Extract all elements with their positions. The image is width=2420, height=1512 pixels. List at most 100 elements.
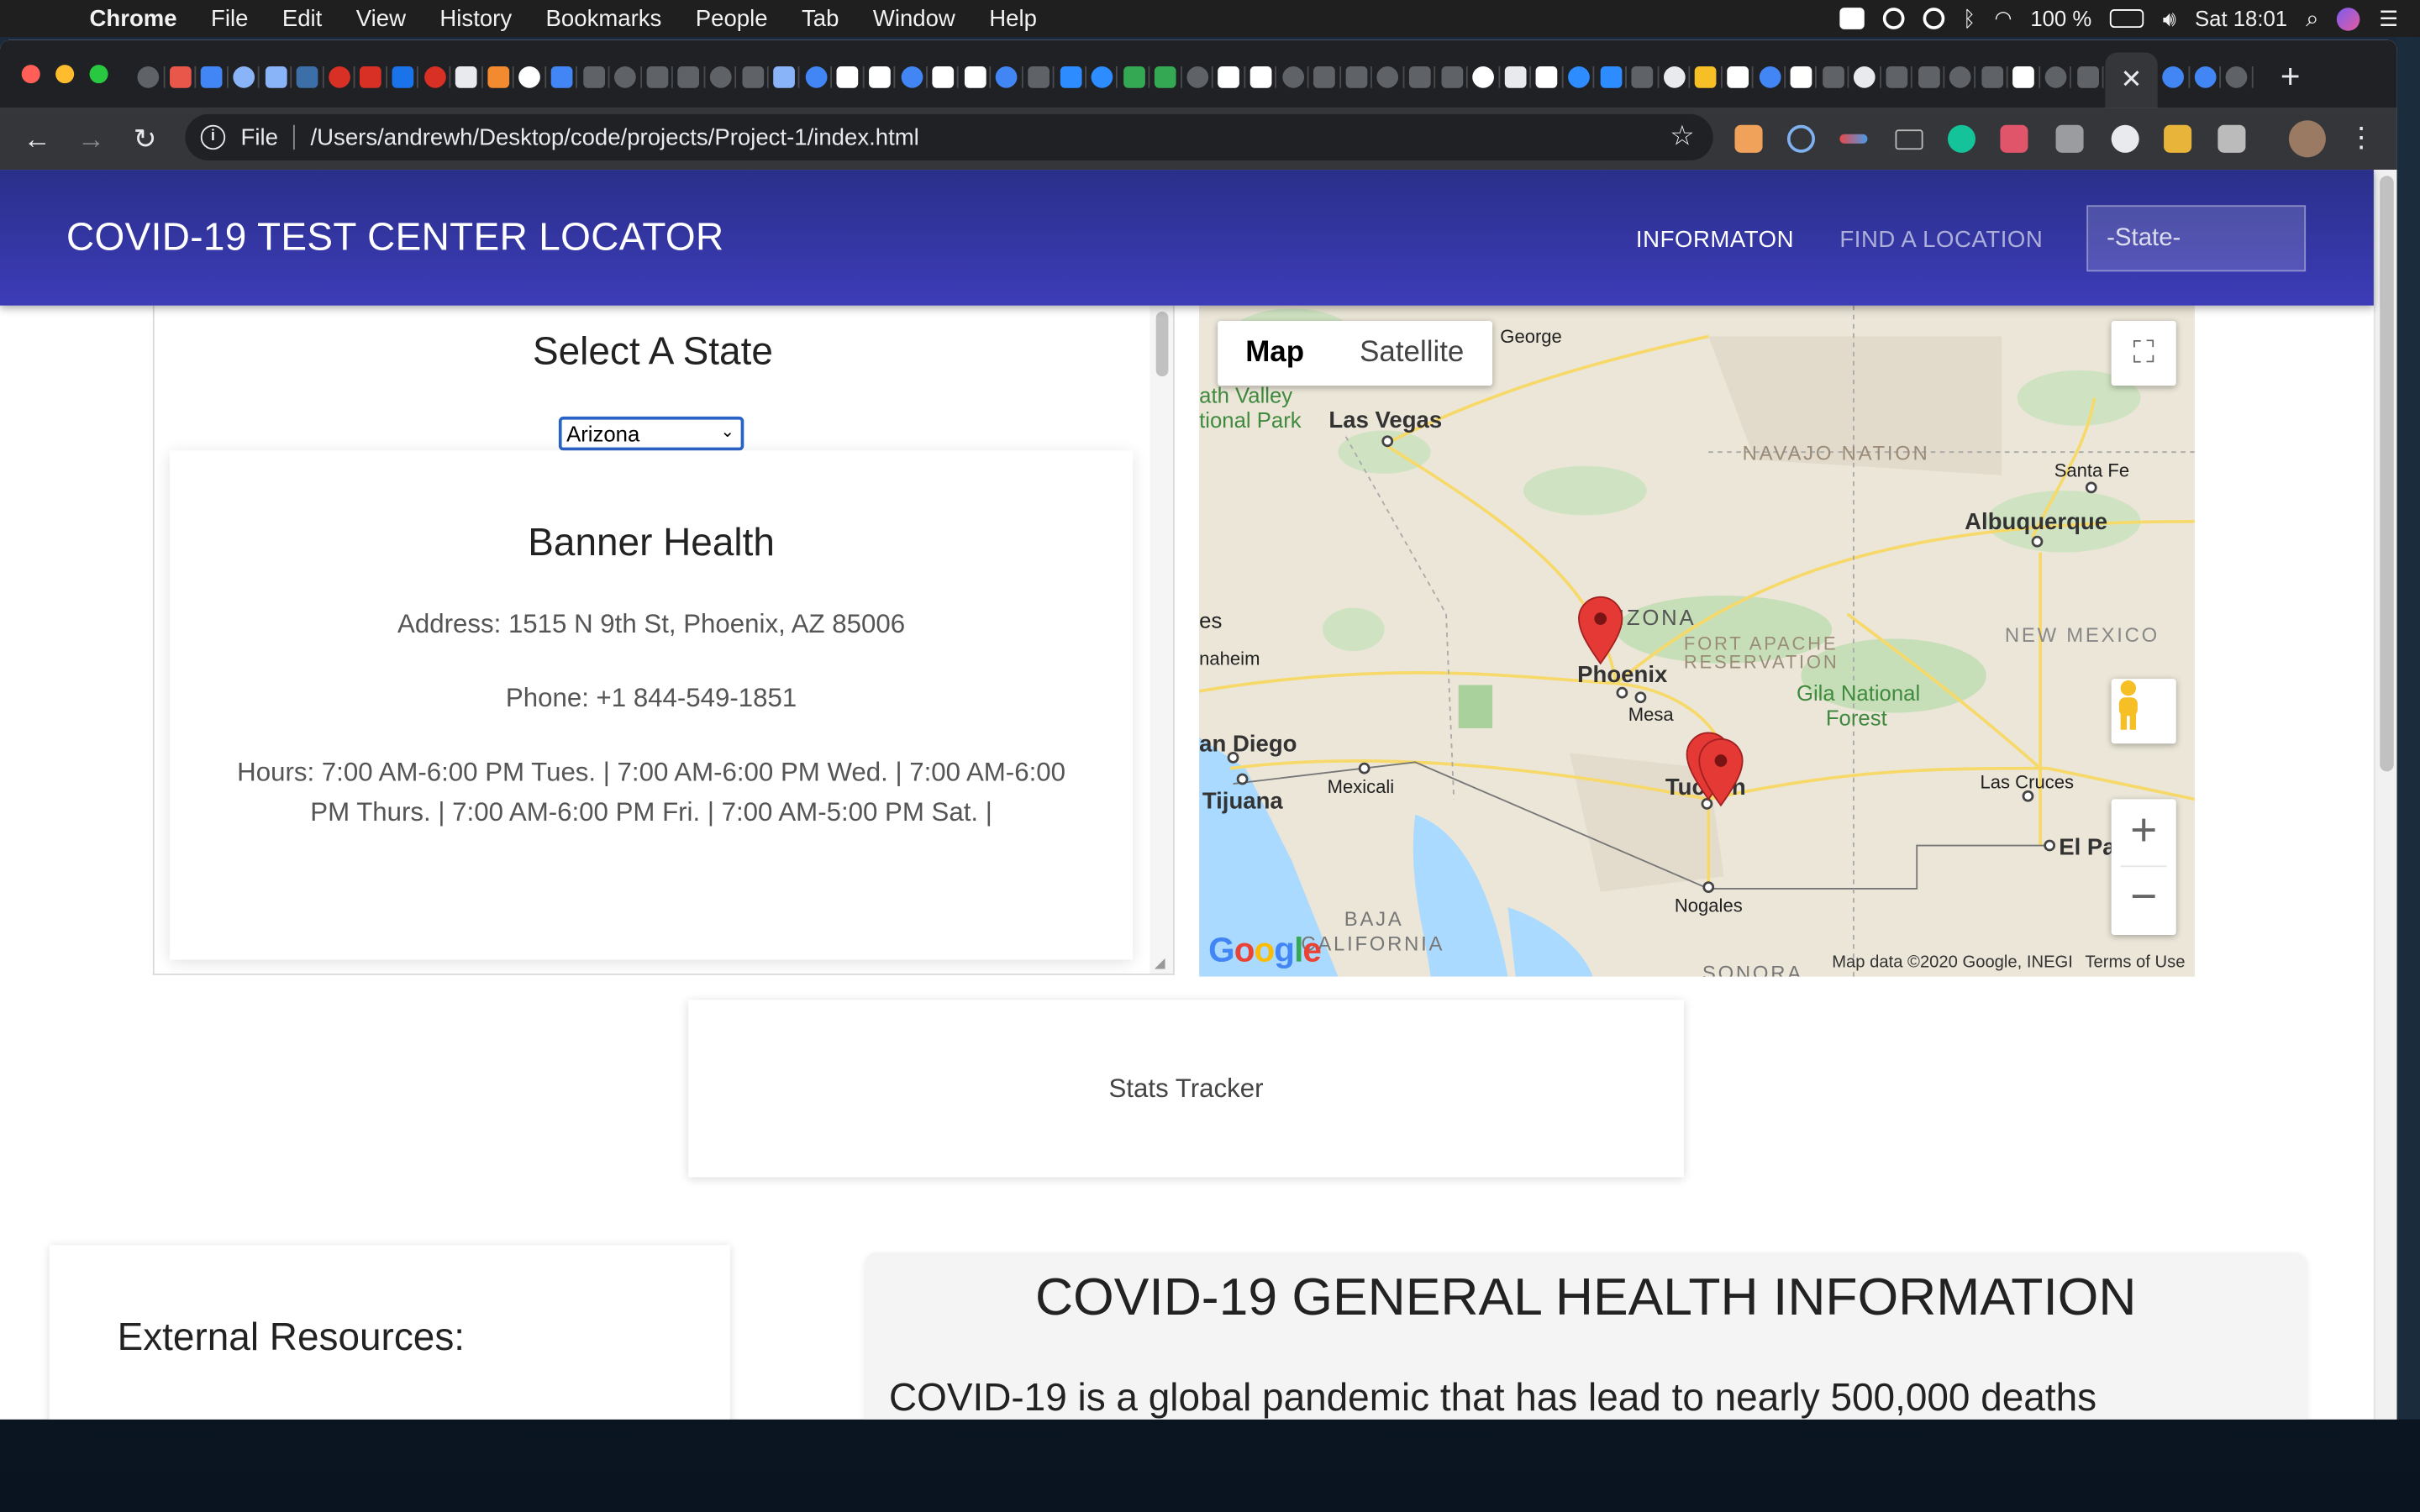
- pinned-tab[interactable]: [864, 59, 896, 96]
- pinned-tab[interactable]: [959, 59, 991, 96]
- pinned-tab[interactable]: [1086, 59, 1118, 96]
- pinned-tab[interactable]: [1245, 59, 1277, 96]
- pinned-tab[interactable]: [1818, 59, 1849, 96]
- pinned-tab[interactable]: [1340, 59, 1372, 96]
- pinned-tab[interactable]: [800, 59, 832, 96]
- pinned-tab[interactable]: [2039, 59, 2071, 96]
- menu-help[interactable]: Help: [989, 5, 1037, 31]
- pinned-tab[interactable]: [228, 59, 260, 96]
- video-extension-icon[interactable]: [2000, 124, 2028, 153]
- copy-extension-icon[interactable]: [2055, 124, 2084, 153]
- pinned-tab[interactable]: [260, 59, 292, 96]
- zoom-out-button[interactable]: −: [2121, 867, 2167, 935]
- pinned-tab[interactable]: [1277, 59, 1309, 96]
- pinned-tab[interactable]: [1468, 59, 1500, 96]
- pinned-tab[interactable]: [1849, 59, 1881, 96]
- pinned-tab[interactable]: [928, 59, 960, 96]
- address-bar[interactable]: i File /Users/andrewh/Desktop/code/proje…: [185, 113, 1713, 161]
- pinned-tab[interactable]: [1055, 59, 1086, 96]
- grammarly-extension-icon[interactable]: [1947, 124, 1976, 153]
- pinned-tab[interactable]: [165, 59, 197, 96]
- new-tab-button[interactable]: +: [2272, 58, 2309, 96]
- creative-cloud-icon[interactable]: [1882, 8, 1905, 29]
- pinned-tab[interactable]: [1976, 59, 2008, 96]
- pinned-tab[interactable]: [609, 59, 641, 96]
- pinned-tab[interactable]: [2071, 59, 2103, 96]
- pinned-tab[interactable]: [896, 59, 928, 96]
- menu-window[interactable]: Window: [873, 5, 955, 31]
- pinned-tab[interactable]: [1023, 59, 1055, 96]
- street-view-pegman-icon[interactable]: [2111, 679, 2176, 744]
- bookmark-star-icon[interactable]: ☆: [1670, 120, 1695, 153]
- pinned-tab[interactable]: [2190, 59, 2222, 96]
- pinned-tab[interactable]: [641, 59, 673, 96]
- pinned-tab[interactable]: [197, 59, 229, 96]
- rainbow-extension-icon[interactable]: [1839, 134, 1868, 144]
- nav-find-location-link[interactable]: FIND A LOCATION: [1839, 227, 2043, 253]
- page-scroll-thumb[interactable]: [2380, 176, 2394, 772]
- extension-icon-10[interactable]: [2217, 124, 2246, 153]
- pinned-tab[interactable]: [1118, 59, 1150, 96]
- pinned-tab[interactable]: [2221, 59, 2253, 96]
- pinned-tab[interactable]: [1627, 59, 1659, 96]
- pinned-tab[interactable]: [355, 59, 387, 96]
- pinned-tab[interactable]: [1308, 59, 1340, 96]
- chrome-menu-icon[interactable]: ⋮: [2348, 118, 2375, 155]
- circle-extension-icon[interactable]: [2111, 124, 2139, 153]
- nav-information-link[interactable]: INFORMATON: [1636, 227, 1794, 253]
- forward-arrow-icon[interactable]: →: [72, 120, 109, 157]
- pinned-tab[interactable]: [1499, 59, 1531, 96]
- pinned-tab[interactable]: [387, 59, 419, 96]
- pinned-tab[interactable]: [673, 59, 705, 96]
- site-info-icon[interactable]: i: [200, 124, 226, 150]
- honey-extension-icon[interactable]: [2164, 124, 2192, 153]
- map-type-satellite-button[interactable]: Satellite: [1332, 321, 1491, 386]
- state-dropdown[interactable]: Arizona ⌄: [558, 416, 744, 451]
- pinned-tab[interactable]: [1404, 59, 1436, 96]
- pinned-tab[interactable]: [1531, 59, 1563, 96]
- bluetooth-icon[interactable]: ᛒ: [1963, 6, 1975, 30]
- pinned-tab[interactable]: [1436, 59, 1468, 96]
- fullscreen-icon[interactable]: ⛶: [2111, 321, 2176, 386]
- site-brand[interactable]: COVID-19 TEST CENTER LOCATOR: [66, 216, 724, 260]
- zoom-in-button[interactable]: +: [2120, 799, 2167, 868]
- extension-icon-1[interactable]: [1734, 124, 1763, 153]
- pinned-tab[interactable]: [1754, 59, 1786, 96]
- pinned-tab[interactable]: [1181, 59, 1213, 96]
- pinned-tab[interactable]: [2008, 59, 2040, 96]
- status-app-icon[interactable]: [1839, 8, 1865, 29]
- pinned-tab[interactable]: [133, 59, 165, 96]
- pinned-tab[interactable]: [450, 59, 482, 96]
- pinned-tab[interactable]: [546, 59, 578, 96]
- siri-icon[interactable]: [2337, 7, 2361, 30]
- tab-close-icon[interactable]: ✕: [2120, 65, 2142, 96]
- notification-center-icon[interactable]: ☰: [2379, 5, 2398, 31]
- spotlight-search-icon[interactable]: ⌕: [2306, 5, 2318, 31]
- window-minimize-button[interactable]: [55, 65, 75, 84]
- mail-extension-icon[interactable]: [1895, 129, 1923, 150]
- map-terms-link[interactable]: Terms of Use: [2085, 953, 2185, 972]
- active-tab[interactable]: ✕: [2105, 52, 2158, 108]
- pinned-tab[interactable]: [768, 59, 800, 96]
- panel-scrollbar[interactable]: [1150, 305, 1173, 974]
- reload-icon[interactable]: ↻: [127, 120, 164, 157]
- state-search-input[interactable]: -State-: [2086, 205, 2307, 272]
- compass-extension-icon[interactable]: [1786, 124, 1815, 153]
- window-zoom-button[interactable]: [89, 65, 108, 84]
- pinned-tab[interactable]: [705, 59, 737, 96]
- menu-app-name[interactable]: Chrome: [90, 5, 177, 31]
- pinned-tab[interactable]: [1563, 59, 1595, 96]
- menu-file[interactable]: File: [211, 5, 248, 31]
- google-map[interactable]: George ath Valley tional Park Las Vegas …: [1199, 305, 2195, 977]
- url-text[interactable]: /Users/andrewh/Desktop/code/projects/Pro…: [310, 124, 918, 150]
- pinned-tab[interactable]: [1722, 59, 1754, 96]
- pinned-tab[interactable]: [737, 59, 769, 96]
- window-close-button[interactable]: [21, 65, 40, 84]
- profile-avatar[interactable]: [2288, 120, 2326, 158]
- menu-people[interactable]: People: [696, 5, 768, 31]
- pinned-tab[interactable]: [1150, 59, 1181, 96]
- pinned-tab[interactable]: [1595, 59, 1627, 96]
- panel-scroll-thumb[interactable]: [1155, 312, 1169, 377]
- pinned-tab[interactable]: [1944, 59, 1976, 96]
- volume-icon[interactable]: 🔊︎: [2163, 5, 2176, 31]
